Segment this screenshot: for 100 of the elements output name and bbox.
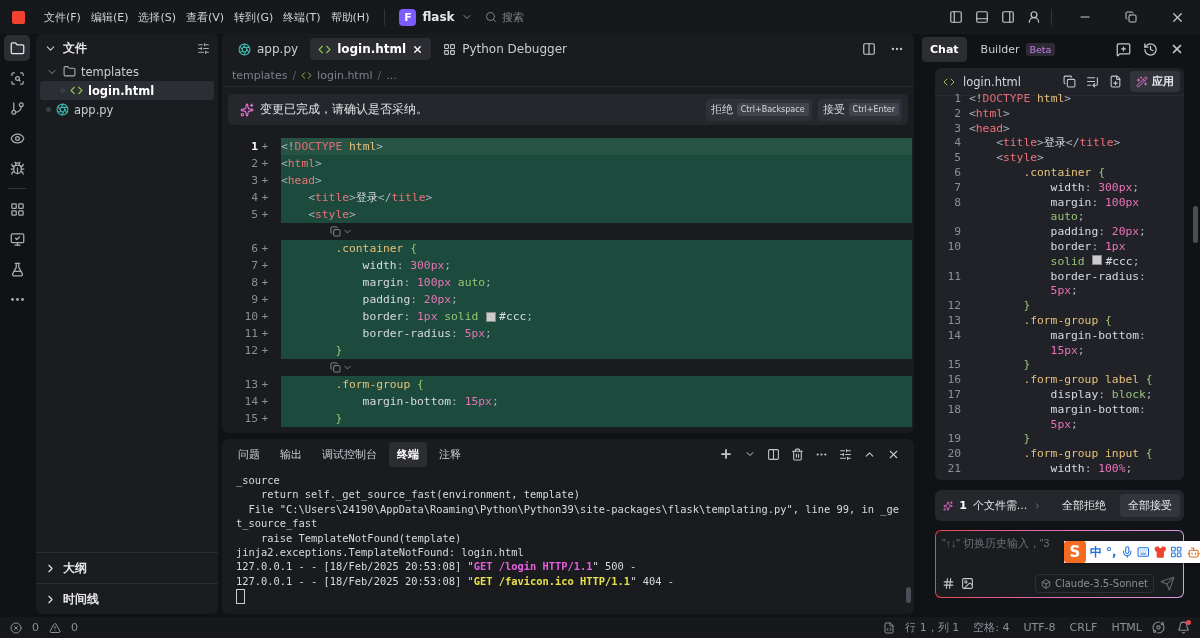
file-type-icon — [238, 42, 251, 56]
panel-tab[interactable]: 输出 — [272, 441, 310, 467]
line-ending[interactable]: CRLF — [1069, 621, 1098, 634]
file-plus-icon[interactable] — [1109, 75, 1122, 88]
terminal-cursor — [236, 589, 245, 605]
line-number: 11 — [946, 269, 961, 285]
line-number: 8 — [953, 195, 961, 211]
ime-mode[interactable]: 中 — [1090, 543, 1102, 561]
menu-item[interactable]: 帮助(H) — [325, 6, 375, 28]
panel-tab[interactable]: 调试控制台 — [314, 441, 385, 467]
accept-all-button[interactable]: 全部接受 — [1120, 494, 1180, 517]
editor-tab[interactable]: Python Debugger — [435, 38, 575, 60]
breadcrumb-item[interactable]: ... — [386, 68, 397, 82]
diff-marker: + — [260, 191, 270, 204]
section-header[interactable]: 时间线 — [36, 583, 218, 614]
file-tree-item[interactable]: app.py — [40, 100, 214, 119]
menu-item[interactable]: 查看(V) — [181, 6, 230, 28]
line-number: 7 — [953, 180, 961, 196]
codelens-icon[interactable] — [330, 226, 341, 237]
menu-item[interactable]: 文件(F) — [39, 6, 86, 28]
panel-tab[interactable]: 问题 — [230, 441, 268, 467]
line-number: 4 — [250, 191, 258, 204]
model-selector[interactable]: Claude-3.5-Sonnet — [1034, 574, 1154, 593]
shirt-icon[interactable] — [1153, 545, 1167, 559]
code-text: #ccc; — [1105, 254, 1140, 270]
reject-all-button[interactable]: 全部拒绝 — [1054, 494, 1114, 517]
cursor-position[interactable]: 行 1，列 1 — [905, 620, 960, 635]
add-icon[interactable] — [719, 447, 733, 461]
trash-icon[interactable] — [791, 447, 804, 461]
code-line: margin: 100px auto; — [361, 276, 492, 289]
send-icon[interactable] — [1160, 576, 1175, 591]
panel-bottom-icon[interactable] — [975, 10, 989, 24]
menu-item[interactable]: 转到(G) — [229, 6, 279, 28]
code-line: <style> — [995, 151, 1044, 166]
insert-icon[interactable] — [1086, 75, 1099, 88]
project-switcher[interactable]: F flask — [395, 8, 477, 26]
new-chat-icon[interactable] — [1116, 41, 1131, 57]
line-number: 5 — [250, 208, 258, 221]
sliders-icon[interactable] — [839, 447, 852, 461]
code-line: border-radius: — [1049, 269, 1146, 285]
diff-marker: + — [260, 412, 270, 425]
code-text: solid — [1049, 254, 1086, 270]
chat-input[interactable]: "↑↓" 切换历史输入，"3 — [942, 537, 1054, 549]
grid-icon — [9, 201, 25, 217]
diff-action-button[interactable]: 拒绝 Ctrl+Backspace — [705, 98, 812, 121]
menu-item[interactable]: 选择(S) — [133, 6, 182, 28]
section-header[interactable]: 大纲 — [36, 552, 218, 583]
code-line: <head> — [281, 174, 322, 187]
search-field[interactable]: 搜索 — [501, 11, 562, 23]
encoding[interactable]: UTF-8 — [1023, 621, 1056, 634]
grid-icon[interactable] — [1170, 545, 1183, 559]
filter-icon[interactable] — [197, 41, 210, 55]
code-line: padding: 20px; — [1049, 225, 1146, 240]
apply-button[interactable]: 应用 — [1130, 71, 1180, 92]
activity-button[interactable] — [4, 35, 30, 61]
menu-item[interactable]: 终端(T) — [278, 6, 326, 28]
keyboard-icon[interactable] — [1137, 545, 1150, 559]
file-tree-item[interactable]: templates — [40, 62, 214, 81]
editor-tab[interactable]: app.py — [230, 38, 307, 60]
sidebar-right-icon[interactable] — [1001, 10, 1015, 24]
code-line: margin-bottom: — [1049, 328, 1146, 344]
warning-icon[interactable] — [49, 621, 61, 634]
chat-tab[interactable]: Builder Beta — [972, 36, 1064, 62]
more-icon — [10, 297, 24, 301]
editor-tab[interactable]: login.html — [310, 38, 432, 60]
indentation[interactable]: 空格: 4 — [973, 620, 1010, 635]
diff-marker: + — [260, 208, 270, 221]
file-icon[interactable] — [883, 621, 896, 634]
breadcrumb-item[interactable]: templates — [232, 68, 288, 82]
notification-bell-icon[interactable] — [1177, 621, 1190, 634]
split-icon[interactable] — [767, 447, 780, 461]
close-icon[interactable] — [412, 43, 424, 55]
orbit-icon[interactable] — [1152, 621, 1165, 634]
chat-tab[interactable]: Chat — [922, 36, 967, 62]
error-icon[interactable] — [10, 621, 22, 634]
copy-icon[interactable] — [1063, 75, 1076, 88]
color-swatch-icon — [1092, 254, 1103, 265]
hash-icon[interactable] — [942, 577, 955, 590]
panel-tab[interactable]: 终端 — [389, 441, 427, 467]
sidebar-left-icon[interactable] — [949, 10, 963, 24]
ime-punctuation[interactable]: °, — [1106, 545, 1117, 559]
file-tree-item[interactable]: login.html — [40, 81, 214, 100]
line-number: 8 — [250, 276, 258, 289]
diff-action-button[interactable]: 接受 Ctrl+Enter — [817, 98, 902, 121]
account-icon[interactable] — [1027, 10, 1041, 24]
codelens-icon[interactable] — [330, 362, 341, 373]
menu-item[interactable]: 编辑(E) — [85, 6, 134, 28]
microphone-icon[interactable] — [1120, 545, 1134, 559]
diff-marker: + — [260, 293, 270, 306]
diff-marker: + — [260, 259, 270, 272]
split-editor-icon[interactable] — [862, 42, 876, 56]
panel-tab[interactable]: 注释 — [431, 441, 469, 467]
history-icon[interactable] — [1143, 41, 1158, 57]
code-line: .form-group { — [1022, 313, 1112, 329]
close-icon[interactable] — [1170, 42, 1184, 56]
breadcrumb-item[interactable]: login.html — [317, 68, 373, 82]
language-mode[interactable]: HTML — [1111, 621, 1142, 634]
image-icon[interactable] — [961, 577, 974, 590]
robot-icon[interactable] — [1186, 544, 1200, 560]
diff-marker: + — [260, 395, 270, 408]
